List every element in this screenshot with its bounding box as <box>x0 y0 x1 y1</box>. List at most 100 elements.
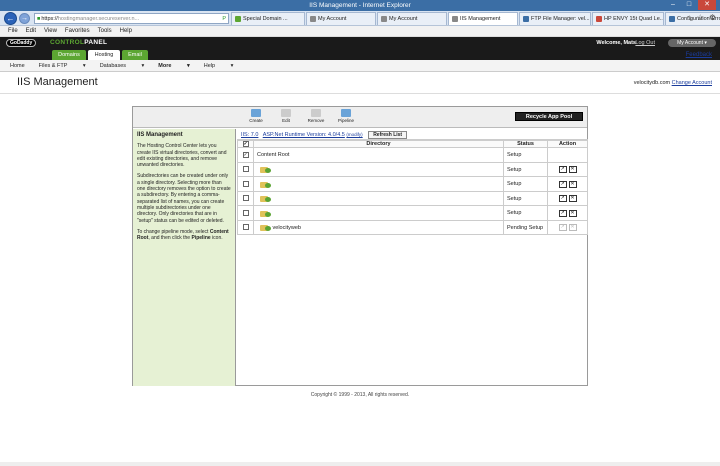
window-titlebar: IIS Management - Internet Explorer – □ ✕ <box>0 0 720 11</box>
delete-icon[interactable]: ✕ <box>568 209 577 217</box>
action-cell: ↗ ✕ <box>547 205 588 221</box>
delete-icon[interactable]: ✕ <box>568 180 577 188</box>
menu-item[interactable]: View <box>44 26 57 36</box>
edit-button[interactable]: Edit <box>275 109 297 123</box>
browser-tab[interactable]: My Account <box>306 12 376 25</box>
create-button[interactable]: Create <box>245 109 267 123</box>
forward-button[interactable]: → <box>19 13 30 24</box>
status-cell: Setup <box>503 190 548 207</box>
row-checkbox[interactable] <box>237 205 254 221</box>
row-checkbox[interactable] <box>237 190 254 207</box>
address-bar[interactable]: ■https://hostingmanager.secureserver.n..… <box>34 13 229 24</box>
iis-version-link[interactable]: IIS: 7.0 <box>241 132 258 138</box>
menu-item[interactable]: Favorites <box>65 26 90 36</box>
iis-toolbar: Create Edit Remove Pipeline Recycle App … <box>133 107 587 128</box>
page-title: IIS Management <box>17 76 98 88</box>
delete-icon[interactable]: ✕ <box>568 166 577 174</box>
edit-icon[interactable]: ↗ <box>558 166 567 174</box>
nav-databases[interactable]: Databases ▾ <box>100 60 145 71</box>
create-icon <box>251 109 261 117</box>
action-cell: ↗ ✕ <box>547 176 588 192</box>
sub-navigation: Home Files & FTP ▾ Databases ▾ More ▾ He… <box>0 60 720 72</box>
edit-icon <box>281 109 291 117</box>
status-cell: Setup <box>503 147 548 163</box>
tab-favicon-icon <box>310 15 316 22</box>
status-header: Status <box>503 139 548 149</box>
directory-cell: velocityweb <box>253 219 504 236</box>
browser-tab[interactable]: My Account <box>377 12 447 25</box>
table-row: Setup ↗ ✕ <box>237 205 588 221</box>
aspnet-version-link[interactable]: ASP.Net Runtime Version: 4.0/4.5 <box>263 132 345 138</box>
menu-item[interactable]: Tools <box>98 26 112 36</box>
tab-favicon-icon <box>596 15 602 22</box>
menu-item[interactable]: File <box>8 26 18 36</box>
row-checkbox[interactable]: ✓ <box>237 147 254 163</box>
lock-icon: ■ <box>37 16 41 22</box>
directory-cell <box>253 161 504 178</box>
control-panel-title: CONTROLPANEL <box>50 39 108 46</box>
menu-bar: File Edit View Favorites Tools Help <box>0 26 720 37</box>
row-checkbox[interactable] <box>237 176 254 192</box>
directory-cell <box>253 176 504 192</box>
nav-home[interactable]: Home <box>10 60 25 71</box>
directory-cell: Content Root <box>253 147 504 163</box>
edit-icon: ↗ <box>558 224 567 232</box>
close-button[interactable]: ✕ <box>698 0 716 10</box>
welcome-text: Welcome, Mats <box>596 40 636 46</box>
nav-help[interactable]: Help ▾ <box>204 60 234 71</box>
edit-icon[interactable]: ↗ <box>558 195 567 203</box>
browser-tab[interactable]: IIS Management <box>448 12 518 25</box>
control-panel-nav: Domains Hosting Email <box>0 49 720 60</box>
pipeline-button[interactable]: Pipeline <box>335 109 357 123</box>
home-icon[interactable]: ⌂ <box>687 13 692 22</box>
status-cell: Setup <box>503 161 548 178</box>
logout-link[interactable]: Log Out <box>635 37 655 49</box>
back-button[interactable]: ← <box>4 12 17 25</box>
row-checkbox[interactable] <box>237 219 254 236</box>
select-all-checkbox[interactable]: ✓ <box>237 139 254 149</box>
row-checkbox[interactable] <box>237 161 254 178</box>
browser-tab[interactable]: FTP File Manager: vel... <box>519 12 591 25</box>
godaddy-logo[interactable]: GoDaddy <box>6 39 37 47</box>
browser-tab[interactable]: Special Domain ... <box>231 12 305 25</box>
copyright-footer: Copyright © 1999 - 2013, All rights rese… <box>310 392 410 398</box>
menu-item[interactable]: Help <box>120 26 132 36</box>
directory-cell <box>253 190 504 207</box>
control-panel-header: GoDaddy CONTROLPANEL Welcome, Mats Log O… <box>0 37 720 49</box>
action-cell: ↗ ✕ <box>547 219 588 236</box>
modify-link[interactable]: (modify) <box>346 132 362 137</box>
tab-favicon-icon <box>669 15 675 22</box>
nav-more[interactable]: More ▾ <box>158 60 189 71</box>
browser-toolbar: ← → ■https://hostingmanager.secureserver… <box>0 11 720 26</box>
tab-email[interactable]: Email <box>122 50 148 60</box>
remove-button[interactable]: Remove <box>305 109 327 123</box>
pipeline-icon <box>341 109 351 117</box>
table-row: Setup ↗ ✕ <box>237 161 588 178</box>
tab-favicon-icon <box>523 15 529 22</box>
nav-files-ftp[interactable]: Files & FTP ▾ <box>39 60 86 71</box>
delete-icon[interactable]: ✕ <box>568 195 577 203</box>
status-cell: Setup <box>503 176 548 192</box>
edit-icon[interactable]: ↗ <box>558 180 567 188</box>
gear-icon[interactable]: ⚙ <box>709 13 716 22</box>
tab-domains[interactable]: Domains <box>52 50 86 60</box>
browser-tab[interactable]: HP ENVY 15t Quad Le... <box>592 12 664 25</box>
minimize-button[interactable]: – <box>666 0 680 10</box>
status-cell: Pending Setup <box>503 219 548 236</box>
tab-hosting[interactable]: Hosting <box>88 50 120 60</box>
browser-tabs: Special Domain ... My Account My Account II… <box>231 12 720 25</box>
feedback-link[interactable]: Feedback <box>686 52 712 58</box>
refresh-list-button[interactable]: Refresh List <box>368 131 408 139</box>
tab-favicon-icon <box>452 15 458 22</box>
my-account-button[interactable]: My Account ▾ <box>668 39 716 47</box>
edit-icon[interactable]: ↗ <box>558 209 567 217</box>
action-cell: ↗ ✕ <box>547 190 588 207</box>
menu-item[interactable]: Edit <box>26 26 36 36</box>
change-account-link[interactable]: Change Account <box>672 80 712 86</box>
maximize-button[interactable]: □ <box>682 0 696 10</box>
favorites-star-icon[interactable]: ☆ <box>697 13 704 22</box>
recycle-app-pool-button[interactable]: Recycle App Pool <box>515 112 583 121</box>
search-icon[interactable]: P <box>222 14 226 23</box>
folder-icon <box>260 195 271 203</box>
folder-icon <box>260 181 271 188</box>
